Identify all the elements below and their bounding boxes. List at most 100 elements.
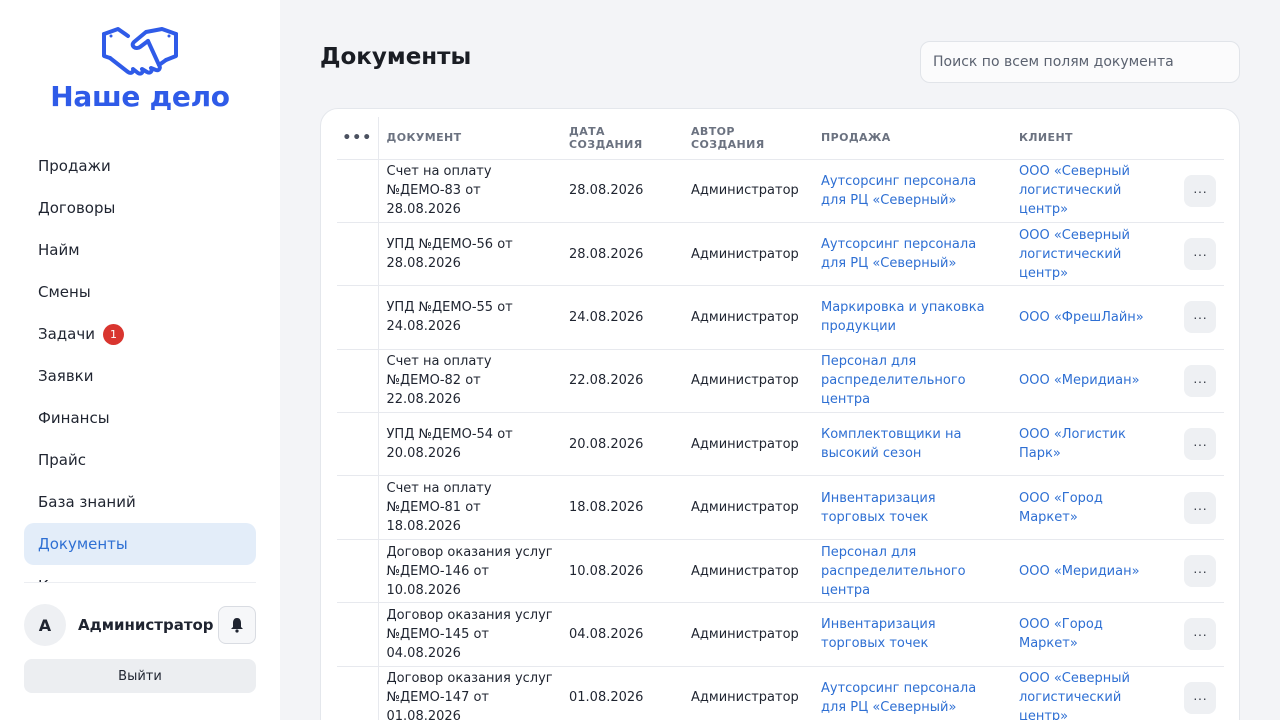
row-more-button[interactable]: ··· [1184,681,1216,714]
date-cell: 10.08.2026 [561,539,683,604]
sidebar-item-requests[interactable]: Заявки [24,355,256,397]
client-link[interactable]: ООО «Меридиан» [1011,349,1171,414]
sidebar-item-label: Продажи [38,157,111,175]
client-link[interactable]: ООО «Город Маркет» [1011,475,1171,540]
client-link[interactable]: ООО «ФрешЛайн» [1011,285,1171,350]
sidebar-item-price[interactable]: Прайс [24,439,256,481]
sale-link[interactable]: Персонал для распределительного центра [813,539,1011,604]
row-actions-cell: ··· [1171,222,1224,287]
table-row[interactable]: Договор оказания услуг №ДЕМО-147 от 01.0… [337,666,1224,720]
sidebar-item-partial[interactable]: К [24,565,256,582]
more-dots-icon: ··· [1193,182,1207,199]
sidebar-item-label: База знаний [38,493,136,511]
row-more-button[interactable]: ··· [1184,428,1216,461]
client-link[interactable]: ООО «Логистик Парк» [1011,412,1171,477]
column-header-client[interactable]: Клиент [1011,117,1171,160]
sidebar-item-documents[interactable]: Документы [24,523,256,565]
sidebar-item-label: Документы [38,535,128,553]
document-cell[interactable]: Договор оказания услуг №ДЕМО-147 от 01.0… [378,666,561,720]
more-dots-icon: ··· [1193,626,1207,643]
date-cell: 20.08.2026 [561,412,683,477]
row-select-cell [337,349,379,414]
logout-button[interactable]: Выйти [24,659,256,693]
sidebar-item-hiring[interactable]: Найм [24,229,256,271]
documents-table-card: ••• Документ Дата создания Автор создани… [320,108,1240,720]
sale-link[interactable]: Аутсорсинг персонала для РЦ «Северный» [813,222,1011,287]
column-settings-button[interactable]: ••• [337,117,379,160]
search-input[interactable] [920,41,1240,83]
document-cell[interactable]: Счет на оплату №ДЕМО-82 от 22.08.2026 [378,349,561,414]
sale-link[interactable]: Комплектовщики на высокий сезон [813,412,1011,477]
more-dots-icon: ··· [1193,499,1207,516]
author-cell: Администратор [683,349,813,414]
row-more-button[interactable]: ··· [1184,364,1216,397]
date-cell: 04.08.2026 [561,602,683,667]
date-cell: 18.08.2026 [561,475,683,540]
client-link[interactable]: ООО «Северный логистический центр» [1011,222,1171,287]
sidebar-item-tasks[interactable]: Задачи 1 [24,313,256,355]
more-dots-icon: ··· [1193,309,1207,326]
row-actions-cell: ··· [1171,285,1224,350]
document-cell[interactable]: УПД №ДЕМО-55 от 24.08.2026 [378,285,561,350]
row-select-cell [337,602,379,667]
document-cell[interactable]: Договор оказания услуг №ДЕМО-145 от 04.0… [378,602,561,667]
row-more-button[interactable]: ··· [1184,491,1216,524]
sale-link[interactable]: Персонал для распределительного центра [813,349,1011,414]
row-actions-cell: ··· [1171,539,1224,604]
column-header-date[interactable]: Дата создания [561,117,683,160]
sidebar-item-label: Прайс [38,451,86,469]
sidebar-item-finance[interactable]: Финансы [24,397,256,439]
sidebar-item-sales[interactable]: Продажи [24,145,256,187]
row-actions-cell: ··· [1171,349,1224,414]
bell-icon [231,618,243,633]
row-select-cell [337,412,379,477]
row-more-button[interactable]: ··· [1184,174,1216,207]
brand-logo[interactable]: Наше дело [0,24,280,113]
client-link[interactable]: ООО «Северный логистический центр» [1011,159,1171,223]
client-link[interactable]: ООО «Меридиан» [1011,539,1171,604]
sale-link[interactable]: Маркировка и упаковка продукции [813,285,1011,350]
sidebar-item-label: Смены [38,283,91,301]
column-header-document[interactable]: Документ [378,117,561,160]
table-header-row: ••• Документ Дата создания Автор создани… [337,117,1224,160]
table-row[interactable]: УПД №ДЕМО-56 от 28.08.2026 28.08.2026 Адми… [337,222,1224,287]
sidebar-item-shifts[interactable]: Смены [24,271,256,313]
sale-link[interactable]: Аутсорсинг персонала для РЦ «Северный» [813,666,1011,720]
document-cell[interactable]: УПД №ДЕМО-54 от 20.08.2026 [378,412,561,477]
date-cell: 22.08.2026 [561,349,683,414]
author-cell: Администратор [683,159,813,223]
row-actions-cell: ··· [1171,159,1224,223]
sale-link[interactable]: Инвентаризация торговых точек [813,602,1011,667]
row-more-button[interactable]: ··· [1184,238,1216,271]
table-row[interactable]: УПД №ДЕМО-54 от 20.08.2026 20.08.2026 Адми… [337,412,1224,477]
more-dots-icon: ··· [1193,372,1207,389]
row-more-button[interactable]: ··· [1184,555,1216,588]
document-cell[interactable]: Счет на оплату №ДЕМО-83 от 28.08.2026 [378,159,561,223]
row-more-button[interactable]: ··· [1184,301,1216,334]
column-header-author[interactable]: Автор создания [683,117,813,160]
author-cell: Администратор [683,412,813,477]
column-header-sale[interactable]: Продажа [813,117,1011,160]
table-row[interactable]: Счет на оплату №ДЕМО-83 от 28.08.2026 28.… [337,159,1224,223]
sidebar-item-label: Задачи [38,325,95,343]
sidebar-item-contracts[interactable]: Договоры [24,187,256,229]
notifications-button[interactable] [218,606,256,644]
document-cell[interactable]: УПД №ДЕМО-56 от 28.08.2026 [378,222,561,287]
row-more-button[interactable]: ··· [1184,618,1216,651]
sale-link[interactable]: Инвентаризация торговых точек [813,475,1011,540]
author-cell: Администратор [683,666,813,720]
sale-link[interactable]: Аутсорсинг персонала для РЦ «Северный» [813,159,1011,223]
sidebar-item-knowledge-base[interactable]: База знаний [24,481,256,523]
table-row[interactable]: Счет на оплату №ДЕМО-82 от 22.08.2026 22.… [337,349,1224,414]
table-row[interactable]: Договор оказания услуг №ДЕМО-146 от 10.0… [337,539,1224,604]
table-row[interactable]: УПД №ДЕМО-55 от 24.08.2026 24.08.2026 Адми… [337,285,1224,350]
user-panel: А Администратор Выйти [24,582,256,693]
table-row[interactable]: Договор оказания услуг №ДЕМО-145 от 04.0… [337,602,1224,667]
row-actions-cell: ··· [1171,666,1224,720]
document-cell[interactable]: Счет на оплату №ДЕМО-81 от 18.08.2026 [378,475,561,540]
table-row[interactable]: Счет на оплату №ДЕМО-81 от 18.08.2026 18.… [337,475,1224,540]
document-cell[interactable]: Договор оказания услуг №ДЕМО-146 от 10.0… [378,539,561,604]
client-link[interactable]: ООО «Северный логистический центр» [1011,666,1171,720]
client-link[interactable]: ООО «Город Маркет» [1011,602,1171,667]
avatar[interactable]: А [24,604,66,646]
